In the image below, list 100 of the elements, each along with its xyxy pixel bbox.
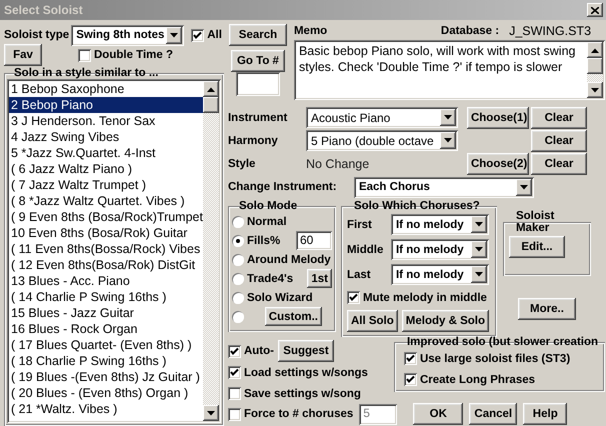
- checkbox-label: Force to # choruses: [244, 408, 354, 420]
- list-item[interactable]: 15 Blues - Jazz Guitar: [9, 305, 203, 321]
- list-item[interactable]: ( 9 Even 8ths (Bosa/Rock)Trumpet: [9, 209, 203, 225]
- first-button[interactable]: 1st: [307, 269, 332, 288]
- list-item[interactable]: ( 18 Charlie P Swing 16ths ): [9, 353, 203, 369]
- group-title: Solo in a style similar to ...: [13, 67, 160, 79]
- group-title: Solo Which Choruses?: [352, 200, 481, 212]
- checkbox-label: All: [207, 29, 222, 41]
- list-item[interactable]: 2 Bebop Piano: [9, 97, 203, 113]
- checkbox[interactable]: [191, 28, 204, 42]
- chorus-option-button[interactable]: Melody & Solo: [402, 310, 490, 332]
- choose-button[interactable]: Choose(1): [466, 106, 529, 128]
- list-item[interactable]: ( 7 Jazz Waltz Trumpet ): [9, 177, 203, 193]
- memo-label: Memo: [294, 25, 328, 37]
- checkbox-label: Use large soloist files (ST3): [420, 352, 570, 364]
- group-title: Solo Mode: [238, 200, 298, 212]
- list-item[interactable]: 16 Blues - Rock Organ: [9, 321, 203, 337]
- fav-button[interactable]: Fav: [4, 44, 42, 66]
- database-name: J_SWING.ST3: [509, 24, 592, 38]
- radio-label: Around Melody: [246, 254, 331, 266]
- close-icon[interactable]: [587, 3, 603, 17]
- radio-label: Normal: [246, 216, 287, 228]
- list-item[interactable]: 4 Jazz Swing Vibes: [9, 129, 203, 145]
- chorus-dropdown[interactable]: If no melody: [390, 264, 489, 285]
- group-title: Soloist Maker: [514, 210, 556, 234]
- group-title: Improved solo (but slower creation: [406, 336, 600, 348]
- search-button[interactable]: Search: [228, 24, 287, 46]
- percent-input-field[interactable]: 60: [296, 231, 332, 250]
- cancel-button[interactable]: Cancel: [469, 403, 518, 425]
- list-item[interactable]: ( 17 Blues Quartet- (Even 8ths) ): [9, 337, 203, 353]
- checkbox-label: Save settings w/song: [244, 388, 361, 400]
- clear-button[interactable]: Clear: [530, 106, 587, 128]
- list-item[interactable]: 13 Blues - Acc. Piano: [9, 273, 203, 289]
- chorus-dropdown[interactable]: If no melody: [390, 214, 489, 235]
- suggest-button[interactable]: Suggest: [278, 340, 334, 362]
- checkbox[interactable]: [228, 344, 241, 358]
- scrollbar-thumb[interactable]: [202, 97, 219, 113]
- radio-button[interactable]: [232, 272, 244, 284]
- field-label: Instrument: [228, 112, 288, 124]
- radio-button[interactable]: [232, 234, 244, 246]
- window-title: Select Soloist: [4, 3, 83, 17]
- edit-button[interactable]: Edit...: [508, 236, 565, 258]
- chorus-option-button[interactable]: All Solo: [346, 310, 398, 332]
- field-label: Style: [228, 158, 256, 170]
- number-input-field[interactable]: [236, 72, 280, 96]
- field-label: Soloist type: [4, 29, 70, 41]
- custom-button[interactable]: Custom..: [264, 307, 322, 326]
- list-item[interactable]: 1 Bebop Saxophone: [9, 81, 203, 97]
- ok-button[interactable]: OK: [413, 403, 464, 425]
- radio-button[interactable]: [232, 292, 244, 304]
- field-label: Middle: [346, 244, 384, 256]
- checkbox-label: Auto-: [244, 345, 274, 357]
- radio-button[interactable]: [232, 216, 244, 228]
- list-item[interactable]: ( 14 Charlie P Swing 16ths ): [9, 289, 203, 305]
- checkbox-label: Double Time ?: [94, 49, 174, 61]
- memo-text: Basic bebop Piano solo, will work with most swing styles. Check 'Double Time ?' if tempo is slower: [298, 43, 576, 76]
- field-label: First: [346, 218, 373, 230]
- checkbox[interactable]: [346, 291, 360, 304]
- choose-button[interactable]: Choose(2): [466, 152, 529, 174]
- list-item[interactable]: 3 J Henderson. Tenor Sax: [9, 113, 203, 129]
- scrollbar[interactable]: [587, 42, 604, 98]
- checkbox-label: Mute melody in middle: [362, 292, 487, 304]
- radio-label: Solo Wizard: [246, 292, 313, 304]
- radio-button[interactable]: [232, 310, 244, 322]
- help-button[interactable]: Help: [523, 403, 568, 425]
- scrollbar-thumb[interactable]: [587, 58, 604, 74]
- checkbox[interactable]: [228, 387, 241, 400]
- list-item[interactable]: ( 19 Blues -(Even 8ths) Jz Guitar ): [9, 369, 203, 385]
- checkbox[interactable]: [78, 48, 91, 62]
- radio-label: Trade4's: [246, 272, 294, 284]
- go-to-button[interactable]: Go To #: [230, 50, 285, 72]
- list-item[interactable]: ( 12 Even 8ths(Bosa/Rok) DistGit: [9, 257, 203, 273]
- list-item[interactable]: ( 20 Blues - (Even 8ths) Organ ): [9, 385, 203, 401]
- list-item[interactable]: 5 *Jazz Sw.Quartet. 4-Inst: [9, 145, 203, 161]
- list-item[interactable]: 10 Even 8ths (Bosa/Rok) Guitar: [9, 225, 203, 241]
- list-item[interactable]: ( 8 *Jazz Waltz Quartet. Vibes ): [9, 193, 203, 209]
- clear-button[interactable]: Clear: [530, 152, 587, 174]
- radio-button[interactable]: [232, 254, 244, 266]
- field-label: Change Instrument:: [228, 181, 338, 193]
- instrument-dropdown[interactable]: Acoustic Piano: [306, 107, 458, 128]
- memo-box[interactable]: Basic bebop Piano solo, will work with most swing styles. Check 'Double Time ?' if tempo is slower: [294, 40, 606, 100]
- field-label: Last: [346, 268, 372, 280]
- clear-button[interactable]: Clear: [530, 130, 587, 152]
- radio-label: Fills%: [246, 234, 280, 246]
- list-item[interactable]: ( 11 Even 8ths(Bossa/Rock) Vibes: [9, 241, 203, 257]
- chorus-dropdown[interactable]: If no melody: [390, 239, 489, 260]
- scrollbar[interactable]: [202, 81, 219, 421]
- list-item[interactable]: ( 21 *Waltz. Vibes ): [9, 401, 203, 417]
- checkbox-label: Load settings w/songs: [244, 366, 368, 378]
- harmony-dropdown[interactable]: 5 Piano (double octave: [306, 130, 458, 151]
- checkbox[interactable]: [404, 352, 417, 365]
- more-button[interactable]: More..: [518, 298, 576, 320]
- list-item[interactable]: ( 6 Jazz Waltz Piano ): [9, 161, 203, 177]
- checkbox[interactable]: [404, 373, 417, 386]
- style-value: No Change: [306, 156, 370, 170]
- checkbox[interactable]: [228, 366, 241, 379]
- checkbox-label: Create Long Phrases: [420, 374, 536, 386]
- soloist-type-dropdown[interactable]: Swing 8th notes: [71, 24, 184, 46]
- change-instrument-dropdown[interactable]: Each Chorus: [354, 176, 534, 198]
- database-label: Database :: [440, 25, 500, 37]
